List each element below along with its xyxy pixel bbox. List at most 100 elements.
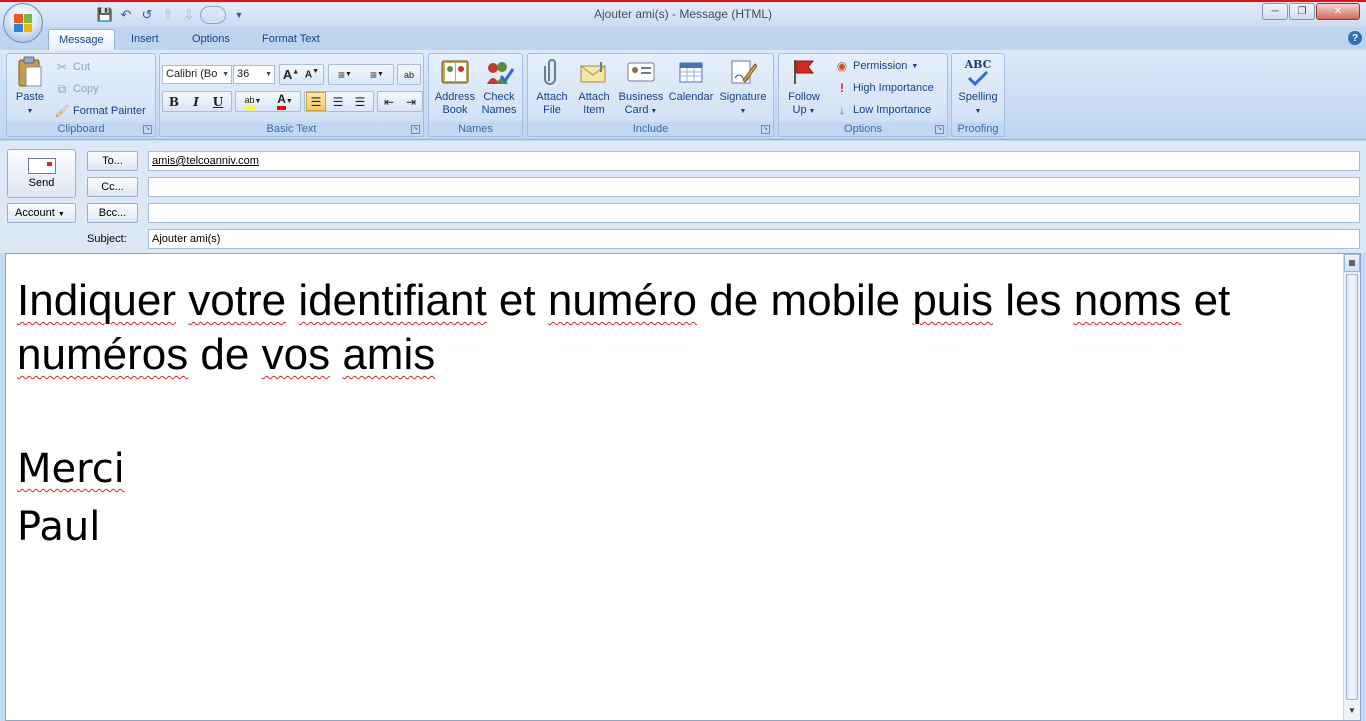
bcc-button[interactable]: Bcc... <box>87 203 138 223</box>
copy-button[interactable]: ⧉ Copy <box>55 80 99 98</box>
grow-font-icon: A▲ <box>282 67 300 82</box>
address-book-button[interactable]: Address Book <box>432 56 478 117</box>
send-button[interactable]: Send <box>7 149 76 198</box>
attach-item-button[interactable]: Attach Item <box>574 56 614 117</box>
paperclip-icon <box>536 56 568 88</box>
body-word[interactable]: identifiant <box>298 276 486 325</box>
align-right-button[interactable]: ☰ <box>350 92 370 111</box>
chevron-down-icon: ▼ <box>265 71 272 78</box>
body-word[interactable]: de <box>200 330 249 379</box>
scroll-thumb[interactable] <box>1346 274 1358 700</box>
minimize-button[interactable]: ─ <box>1262 3 1288 20</box>
increase-indent-button[interactable]: ⇥ <box>401 92 421 111</box>
signature-button[interactable]: Signature ▼ <box>717 56 769 118</box>
help-icon[interactable]: ? <box>1348 31 1362 45</box>
body-word[interactable]: Indiquer <box>17 276 176 325</box>
cc-button[interactable]: Cc... <box>87 177 138 197</box>
to-button[interactable]: To... <box>87 151 138 171</box>
office-button[interactable] <box>3 3 43 43</box>
follow-up-label-1: Follow <box>788 91 820 103</box>
body-word[interactable]: de <box>709 276 758 325</box>
font-size-combo[interactable]: 36 ▼ <box>233 65 275 84</box>
body-word[interactable]: Merci <box>17 446 125 492</box>
permission-button[interactable]: ◉ Permission ▼ <box>835 57 919 75</box>
format-painter-button[interactable]: 🖌 Format Painter <box>54 102 145 120</box>
attach-item-label-1: Attach <box>578 91 610 103</box>
clear-formatting-button[interactable]: ab <box>399 65 419 84</box>
ruler-toggle-icon[interactable]: ▦ <box>1344 254 1360 272</box>
include-dialog-launcher-icon[interactable]: ↘ <box>761 125 770 134</box>
close-button[interactable]: ✕ <box>1316 3 1360 20</box>
body-word[interactable]: numéros <box>17 330 188 379</box>
follow-up-button[interactable]: Follow Up ▼ <box>782 56 826 118</box>
account-button[interactable]: Account ▼ <box>7 203 76 223</box>
body-word[interactable]: noms <box>1074 276 1182 325</box>
font-style-strip: B I U <box>162 91 232 112</box>
attach-file-button[interactable]: Attach File <box>532 56 572 117</box>
decrease-indent-button[interactable]: ⇤ <box>379 92 399 111</box>
business-card-button[interactable]: Business Card ▼ <box>616 56 666 118</box>
body-word[interactable]: et <box>1194 276 1231 325</box>
body-paragraph[interactable]: Indiquer votre identifiant et numéro de … <box>17 274 1327 382</box>
basic-text-dialog-launcher-icon[interactable]: ↘ <box>411 125 420 134</box>
underline-button[interactable]: U <box>208 92 228 111</box>
shrink-font-button[interactable]: A▼ <box>302 65 322 84</box>
align-left-icon: ☰ <box>310 94 322 109</box>
scroll-down-icon[interactable]: ▼ <box>1344 704 1360 720</box>
paste-button[interactable]: Paste ▼ <box>10 56 50 118</box>
calendar-button[interactable]: Calendar <box>667 56 715 104</box>
clipboard-group: Paste ▼ ✂ Cut ⧉ Copy 🖌 Format Painter Cl… <box>6 53 156 137</box>
spelling-button[interactable]: ABC Spelling ▼ <box>954 56 1002 118</box>
font-name-combo[interactable]: Calibri (Bo ▼ <box>162 65 232 84</box>
address-book-label-2: Book <box>442 104 468 116</box>
align-left-button[interactable]: ☰ <box>306 92 326 111</box>
to-field[interactable]: amis@telcoanniv.com <box>148 151 1360 171</box>
tab-insert[interactable]: Insert <box>121 29 169 50</box>
body-word[interactable]: numéro <box>548 276 697 325</box>
tab-message[interactable]: Message <box>48 29 115 50</box>
tab-format-text[interactable]: Format Text <box>252 29 330 50</box>
grow-font-button[interactable]: A▲ <box>281 65 301 84</box>
body-word[interactable]: les <box>1005 276 1061 325</box>
bold-button[interactable]: B <box>164 92 184 111</box>
shrink-font-icon: A▼ <box>304 68 320 81</box>
body-word[interactable]: votre <box>188 276 286 325</box>
high-importance-button[interactable]: ! High Importance <box>835 79 934 97</box>
check-names-button[interactable]: Check Names <box>478 56 520 117</box>
font-color-button[interactable]: A ▼ <box>270 92 300 111</box>
cc-field[interactable] <box>148 177 1360 197</box>
clipboard-dialog-launcher-icon[interactable]: ↘ <box>143 125 152 134</box>
cut-button[interactable]: ✂ Cut <box>55 58 90 76</box>
body-closing[interactable]: Merci <box>17 440 1327 498</box>
font-color-icon: A <box>277 93 286 110</box>
underline-label: U <box>212 94 224 109</box>
body-word[interactable]: vos <box>262 330 330 379</box>
body-text[interactable]: Indiquer votre identifiant et numéro de … <box>17 274 1327 556</box>
color-strip: ab ▼ A ▼ <box>235 91 301 112</box>
copy-icon: ⧉ <box>57 81 67 96</box>
low-importance-button[interactable]: ↓ Low Importance <box>835 101 931 119</box>
exclamation-icon: ! <box>840 81 844 95</box>
maximize-button[interactable]: ❐ <box>1289 3 1315 20</box>
align-center-button[interactable]: ☰ <box>328 92 348 111</box>
body-word[interactable]: amis <box>342 330 435 379</box>
message-body[interactable]: Indiquer votre identifiant et numéro de … <box>5 253 1361 721</box>
options-dialog-launcher-icon[interactable]: ↘ <box>935 125 944 134</box>
body-word[interactable]: et <box>499 276 536 325</box>
body-signature[interactable]: Paul <box>17 498 1327 556</box>
business-card-label-2: Card <box>624 104 649 116</box>
to-recipient[interactable]: amis@telcoanniv.com <box>152 155 259 167</box>
vertical-scrollbar[interactable]: ▦ ▼ <box>1343 254 1360 720</box>
highlight-button[interactable]: ab ▼ <box>237 92 269 111</box>
bcc-field[interactable] <box>148 203 1360 223</box>
subject-field[interactable]: Ajouter ami(s) <box>148 229 1360 249</box>
body-word[interactable]: mobile <box>770 276 900 325</box>
italic-button[interactable]: I <box>186 92 206 111</box>
numbering-button[interactable]: ≡ ▼ <box>362 65 392 84</box>
cut-label: Cut <box>73 61 91 73</box>
names-group-label: Names <box>429 122 522 136</box>
body-word[interactable]: puis <box>912 276 993 325</box>
attach-item-label-2: Item <box>583 104 605 116</box>
tab-options[interactable]: Options <box>182 29 240 50</box>
bullets-button[interactable]: ≡ ▼ <box>330 65 360 84</box>
